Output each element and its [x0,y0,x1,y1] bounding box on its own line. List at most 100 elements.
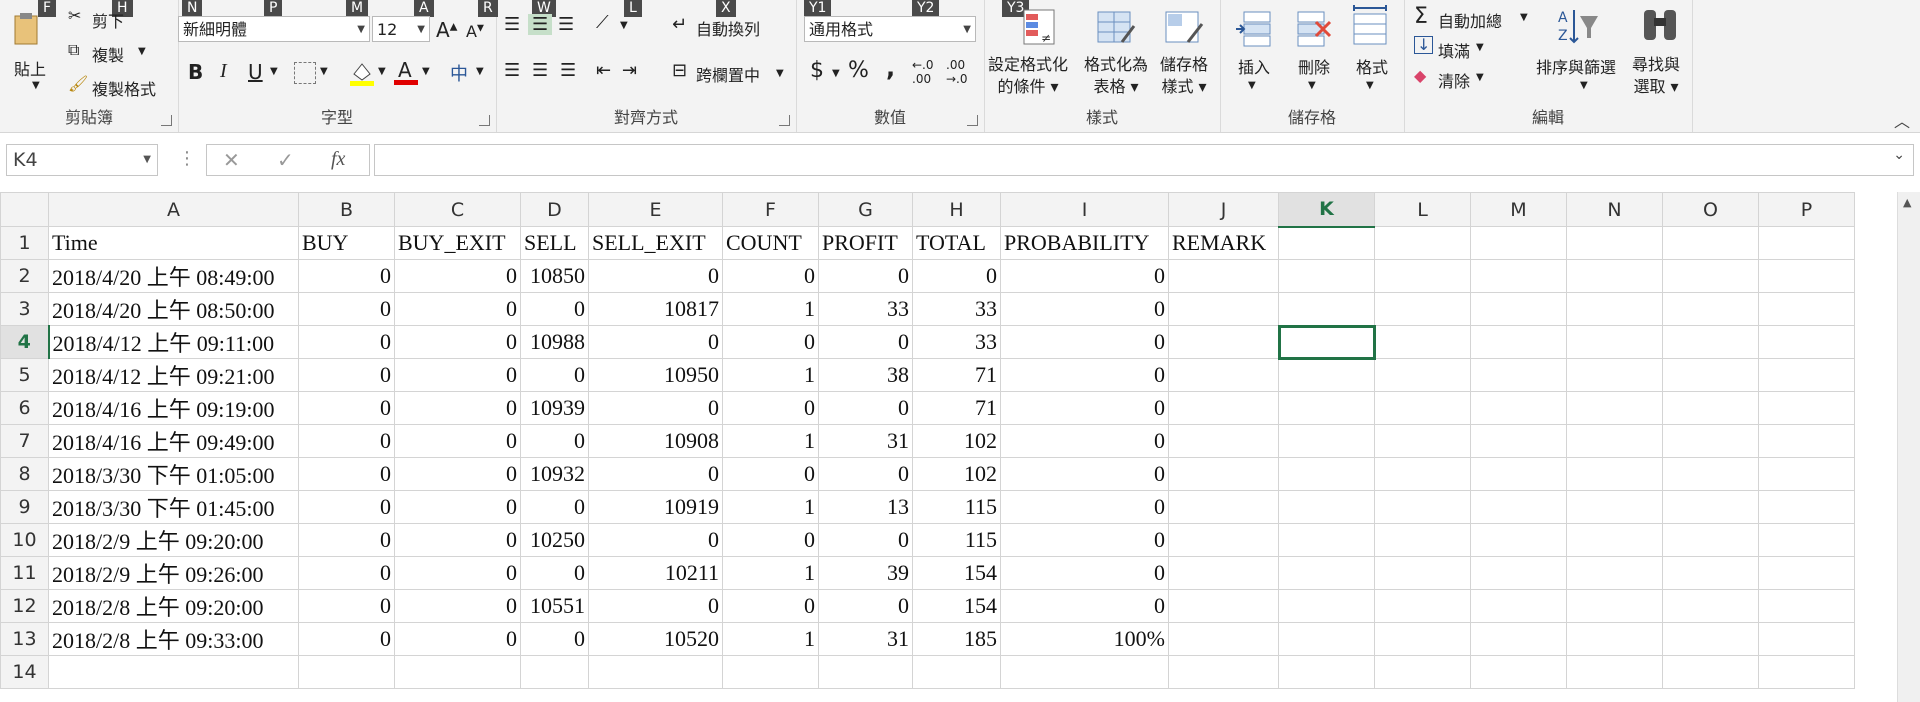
autosum-button[interactable]: 自動加總 [1438,8,1502,32]
cell-j14[interactable] [1168,655,1279,689]
paste-button[interactable]: 貼上 [14,56,46,80]
cell-c1[interactable]: BUY_EXIT [394,226,521,260]
cell-o2[interactable] [1662,259,1759,293]
merge-center-icon[interactable]: ⊟ [672,60,687,81]
cell-c4[interactable]: 0 [394,325,521,359]
cell-a1[interactable]: Time [48,226,299,260]
fill-button[interactable]: 填滿 [1438,38,1470,62]
cell-a13[interactable]: 2018/2/8 上午 09:33:00 [48,622,299,656]
paste-icon[interactable] [12,12,42,48]
cell-h5[interactable]: 71 [912,358,1001,392]
cell-f9[interactable]: 1 [722,490,819,524]
cell-b12[interactable]: 0 [298,589,395,623]
cell-p6[interactable] [1758,391,1855,425]
autosum-icon[interactable]: Σ [1414,4,1428,29]
cell-p4[interactable] [1758,325,1855,359]
underline-button[interactable]: U [248,60,263,84]
column-header-k[interactable]: K [1278,192,1375,228]
row-header[interactable]: 13 [0,622,49,656]
cell-c5[interactable]: 0 [394,358,521,392]
cell-i5[interactable]: 0 [1000,358,1169,392]
cell-o11[interactable] [1662,556,1759,590]
cell-l2[interactable] [1374,259,1471,293]
cell-o8[interactable] [1662,457,1759,491]
cell-p7[interactable] [1758,424,1855,458]
cell-e2[interactable]: 0 [588,259,723,293]
number-launcher-icon[interactable] [967,115,978,126]
cell-j13[interactable] [1168,622,1279,656]
sort-filter-button[interactable]: 排序與篩選 [1536,54,1616,78]
cell-m4[interactable] [1470,325,1567,359]
column-header-n[interactable]: N [1566,192,1663,227]
cell-m8[interactable] [1470,457,1567,491]
cell-h7[interactable]: 102 [912,424,1001,458]
font-color-dropdown-icon[interactable]: ▼ [422,66,430,77]
cell-m6[interactable] [1470,391,1567,425]
cell-h13[interactable]: 185 [912,622,1001,656]
cell-b4[interactable]: 0 [298,325,395,359]
phonetic-dropdown-icon[interactable]: ▼ [476,66,484,77]
cell-l6[interactable] [1374,391,1471,425]
cell-i13[interactable]: 100% [1000,622,1169,656]
cell-b10[interactable]: 0 [298,523,395,557]
cell-h3[interactable]: 33 [912,292,1001,326]
sort-filter-icon[interactable]: AZ [1556,6,1600,48]
decrease-font-icon[interactable]: A▼ [466,22,484,41]
cell-a2[interactable]: 2018/4/20 上午 08:49:00 [48,259,299,293]
cell-b9[interactable]: 0 [298,490,395,524]
cell-a5[interactable]: 2018/4/12 上午 09:21:00 [48,358,299,392]
cell-d5[interactable]: 0 [520,358,589,392]
merge-center-button[interactable]: 跨欄置中 [696,62,760,86]
cell-j10[interactable] [1168,523,1279,557]
cell-e12[interactable]: 0 [588,589,723,623]
cut-button[interactable]: 剪下 [92,8,124,32]
column-header-l[interactable]: L [1374,192,1471,227]
cell-f8[interactable]: 0 [722,457,819,491]
cell-c14[interactable] [394,655,521,689]
cell-e7[interactable]: 10908 [588,424,723,458]
cell-k9[interactable] [1278,490,1375,524]
cell-f5[interactable]: 1 [722,358,819,392]
cell-i12[interactable]: 0 [1000,589,1169,623]
format-as-table-icon[interactable] [1096,8,1136,48]
currency-button[interactable]: $ [810,58,824,83]
cell-m13[interactable] [1470,622,1567,656]
cell-o12[interactable] [1662,589,1759,623]
cell-l14[interactable] [1374,655,1471,689]
cell-i9[interactable]: 0 [1000,490,1169,524]
alignment-launcher-icon[interactable] [779,115,790,126]
copy-button[interactable]: 複製 [92,42,124,66]
cell-g1[interactable]: PROFIT [818,226,913,260]
cell-n2[interactable] [1566,259,1663,293]
italic-button[interactable]: I [220,60,227,83]
cell-b14[interactable] [298,655,395,689]
column-header-d[interactable]: D [520,192,589,227]
cell-n7[interactable] [1566,424,1663,458]
format-painter-button[interactable]: 複製格式 [92,76,156,100]
borders-dropdown-icon[interactable]: ▼ [320,66,328,77]
cell-n14[interactable] [1566,655,1663,689]
number-format-select[interactable]: 通用格式 ▼ [804,16,976,42]
vertical-scrollbar[interactable]: ▲ [1897,192,1920,702]
cell-l9[interactable] [1374,490,1471,524]
column-header-m[interactable]: M [1470,192,1567,227]
cell-h12[interactable]: 154 [912,589,1001,623]
row-header[interactable]: 1 [0,226,49,260]
cell-k7[interactable] [1278,424,1375,458]
cell-i1[interactable]: PROBABILITY [1000,226,1169,260]
align-left-icon[interactable]: ☰ [504,60,520,81]
cell-p2[interactable] [1758,259,1855,293]
cell-d2[interactable]: 10850 [520,259,589,293]
cell-c8[interactable]: 0 [394,457,521,491]
cell-j8[interactable] [1168,457,1279,491]
wrap-text-icon[interactable]: ↵ [672,14,687,35]
cell-p14[interactable] [1758,655,1855,689]
align-right-icon[interactable]: ☰ [560,60,576,81]
more-options-icon[interactable]: ⋮ [178,148,196,169]
cell-m12[interactable] [1470,589,1567,623]
cell-d6[interactable]: 10939 [520,391,589,425]
delete-cells-button[interactable]: 刪除 [1298,54,1330,78]
cell-h14[interactable] [912,655,1001,689]
cell-styles-button[interactable]: 儲存格 樣式 ▾ [1160,54,1208,98]
cut-icon[interactable]: ✂ [68,6,81,25]
